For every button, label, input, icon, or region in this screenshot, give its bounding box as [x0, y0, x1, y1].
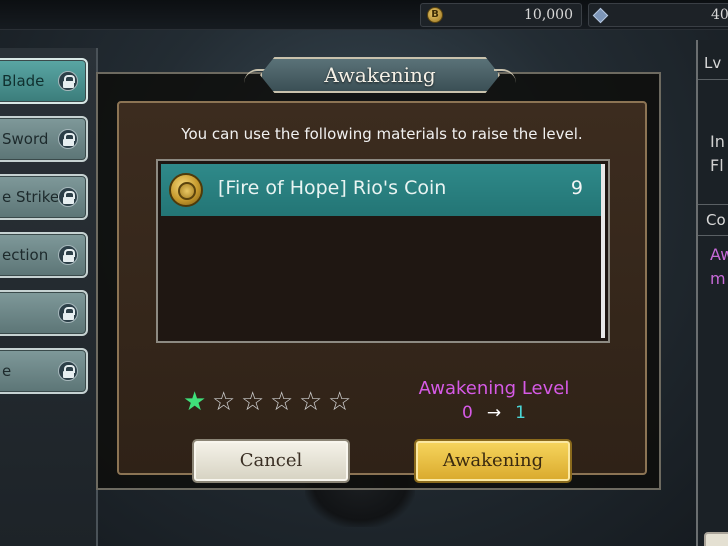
awakening-level-label: Awakening Level	[418, 378, 570, 399]
awakening-button[interactable]: Awakening	[414, 439, 572, 483]
skill-label: Sword	[2, 130, 49, 148]
awakening-dialog: You can use the following materials to r…	[96, 57, 661, 490]
gem-counter: 40	[588, 3, 728, 27]
skill-list-panel: Blade Sword e Strike ection e	[0, 48, 98, 546]
skill-info-panel: Lv In Fl Co Aw m	[696, 40, 728, 546]
awakening-info: Aw m	[710, 243, 728, 291]
skill-label: e Strike	[2, 188, 60, 206]
gold-coin-icon: B	[427, 7, 443, 23]
arrow-right-icon: →	[486, 403, 502, 423]
dialog-title-plate: Awakening	[244, 57, 516, 95]
material-name: [Fire of Hope] Rio's Coin	[218, 177, 447, 199]
gold-counter: B 10,000	[420, 3, 582, 27]
star-empty-icon: ☆	[328, 387, 352, 417]
instruction-text: You can use the following materials to r…	[181, 125, 583, 143]
material-list[interactable]: [Fire of Hope] Rio's Coin 9	[156, 159, 610, 343]
star-empty-icon: ☆	[212, 387, 236, 417]
currency-bar: B 10,000 40	[0, 0, 728, 30]
lock-icon	[58, 245, 78, 265]
skill-description: In Fl	[710, 130, 725, 178]
gem-value: 40	[711, 7, 728, 23]
description-line: Fl	[710, 156, 724, 175]
star-empty-icon: ☆	[241, 387, 265, 417]
star-empty-icon: ☆	[270, 387, 294, 417]
skill-tab-empty[interactable]	[0, 290, 88, 336]
skill-tab-sword[interactable]: Sword	[0, 116, 88, 162]
skill-label: Blade	[2, 72, 45, 90]
dialog-title: Awakening	[324, 63, 436, 87]
lock-icon	[58, 303, 78, 323]
awakening-level-values: 0 → 1	[399, 403, 589, 423]
section-header: Co	[698, 204, 728, 236]
coin-icon	[169, 173, 203, 207]
skill-tab-strike[interactable]: e Strike	[0, 174, 88, 220]
lock-icon	[58, 71, 78, 91]
awakening-info-line: Aw	[710, 245, 728, 264]
skill-label: e	[2, 362, 12, 380]
level-to: 1	[515, 403, 526, 423]
star-empty-icon: ☆	[299, 387, 323, 417]
star-filled-icon: ★	[183, 387, 207, 417]
material-quantity: 9	[570, 177, 583, 199]
skill-tab-e[interactable]: e	[0, 348, 88, 394]
cancel-button[interactable]: Cancel	[192, 439, 350, 483]
skill-label: ection	[2, 246, 49, 264]
awakening-info-line: m	[710, 269, 726, 288]
level-from: 0	[462, 403, 473, 423]
skill-tab-blade[interactable]: Blade	[0, 58, 88, 104]
side-action-button[interactable]	[704, 532, 728, 546]
lock-icon	[58, 129, 78, 149]
description-line: In	[710, 132, 725, 151]
lock-icon	[58, 361, 78, 381]
level-header: Lv	[698, 48, 728, 80]
gem-icon	[592, 7, 609, 24]
gold-value: 10,000	[524, 7, 573, 23]
lock-icon	[58, 187, 78, 207]
dialog-body: You can use the following materials to r…	[117, 101, 647, 483]
material-row[interactable]: [Fire of Hope] Rio's Coin 9	[161, 164, 601, 216]
skill-tab-ection[interactable]: ection	[0, 232, 88, 278]
scrollbar[interactable]	[601, 164, 605, 338]
